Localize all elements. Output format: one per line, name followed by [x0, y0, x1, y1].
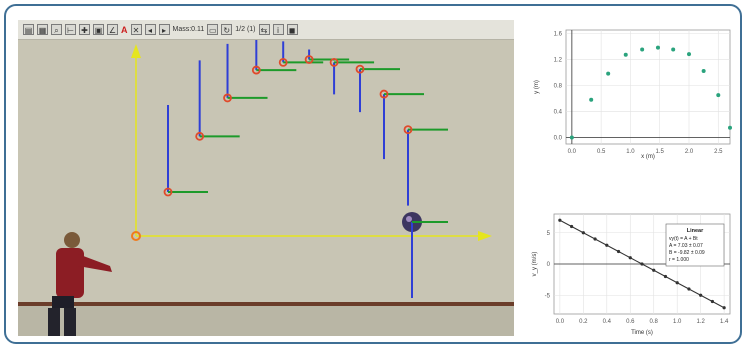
x-tick-label: 1.2	[696, 319, 705, 325]
x-tick-label: 1.4	[720, 319, 729, 325]
data-point[interactable]	[728, 125, 732, 130]
x-axis-label: Time (s)	[631, 330, 653, 336]
video-panel[interactable]: ▤ ▦ ⌕ ⊢ ✚ ▣ ∠ A ✕ ◂ ▸ Mass:0.11 ▭ ↻ 1/2 …	[18, 20, 514, 336]
window-icon[interactable]: ▭	[207, 24, 219, 35]
figure-frame: ▤ ▦ ⌕ ⊢ ✚ ▣ ∠ A ✕ ◂ ▸ Mass:0.11 ▭ ↻ 1/2 …	[4, 4, 742, 344]
protractor-icon[interactable]: ∠	[107, 24, 118, 35]
info-icon[interactable]: i	[272, 24, 284, 35]
data-point[interactable]	[722, 306, 726, 310]
flip-icon[interactable]: ⇆	[258, 24, 270, 35]
rotate-icon[interactable]: ↻	[221, 24, 233, 35]
data-point[interactable]	[640, 262, 644, 266]
calibrate-icon[interactable]: ⊢	[65, 24, 76, 35]
fit-annotation-line: B = -9.82 ± 0.09	[669, 250, 705, 256]
data-point[interactable]	[710, 299, 714, 304]
data-point[interactable]	[663, 274, 668, 279]
next-icon[interactable]: ▸	[158, 24, 170, 35]
data-point[interactable]	[628, 256, 632, 260]
data-point[interactable]	[675, 281, 679, 285]
data-point[interactable]	[652, 268, 656, 272]
frame-label[interactable]: 1/2 (1)	[235, 26, 255, 33]
data-point[interactable]	[616, 249, 621, 254]
x-tick-label: 0.0	[568, 149, 577, 155]
x-axis-label: x (m)	[641, 154, 655, 160]
fit-annotation-line: A = 7.03 ± 0.07	[669, 243, 703, 249]
floor	[18, 302, 514, 336]
fit-annotation-line: r = 1.000	[669, 257, 689, 263]
y-axis-label: y (m)	[534, 80, 540, 94]
data-point[interactable]	[640, 47, 645, 52]
data-point[interactable]	[699, 293, 703, 297]
zoom-icon[interactable]: ⌕	[51, 24, 62, 35]
data-point[interactable]	[570, 224, 574, 229]
camera-icon[interactable]: ◼	[286, 24, 298, 35]
x-tick-label: 0.0	[556, 319, 565, 325]
delete-icon[interactable]: ✕	[130, 24, 142, 35]
data-point[interactable]	[623, 52, 628, 57]
data-point[interactable]	[581, 231, 585, 235]
open-icon[interactable]: ▦	[37, 24, 48, 35]
data-point[interactable]	[569, 135, 574, 140]
y-axis-label: v_y (m/s)	[532, 252, 538, 277]
ball-highlight	[406, 216, 412, 222]
x-tick-label: 0.8	[650, 319, 659, 325]
y-tick-label: 0.4	[554, 109, 563, 115]
y-tick-label: 0.8	[554, 83, 563, 89]
fit-annotation-title: Linear	[687, 228, 704, 234]
y-tick-label: 0.0	[554, 135, 563, 141]
x-tick-label: 2.0	[685, 149, 694, 155]
data-point[interactable]	[687, 52, 691, 57]
file-icon[interactable]: ▤	[23, 24, 34, 35]
x-tick-label: 0.2	[579, 319, 588, 325]
vy-time-plot[interactable]: 0.0 0.2 0.4 0.6 0.8 1.0 1.2 1.4 5 0 -5 Linear vy(t) …	[526, 206, 734, 338]
y-tick-label: -5	[545, 293, 551, 299]
data-point[interactable]	[589, 97, 594, 102]
mass-label[interactable]: Mass:0.11	[173, 26, 205, 33]
x-tick-label: 2.5	[714, 149, 723, 155]
data-point[interactable]	[593, 237, 597, 241]
fit-annotation-line: vy(t) = A + Bt	[669, 236, 698, 242]
x-tick-label: 1.0	[626, 149, 635, 155]
xy-plot[interactable]: 0.0 0.5 1.0 1.5 2.0 2.5 0.0 0.4 0.8 1.2 1.6 x (m) y …	[526, 20, 734, 160]
data-point[interactable]	[605, 243, 609, 247]
data-point[interactable]	[558, 218, 562, 222]
data-point[interactable]	[671, 47, 676, 52]
y-tick-label: 1.6	[554, 31, 563, 37]
toolbar: ▤ ▦ ⌕ ⊢ ✚ ▣ ∠ A ✕ ◂ ▸ Mass:0.11 ▭ ↻ 1/2 …	[18, 20, 514, 40]
data-point[interactable]	[716, 93, 721, 98]
origin-icon[interactable]: ✚	[79, 24, 90, 35]
x-tick-label: 0.5	[597, 149, 606, 155]
track-icon[interactable]: ▣	[93, 24, 104, 35]
y-tick-label: 1.2	[554, 57, 563, 63]
video-scene[interactable]	[18, 40, 514, 336]
y-tick-label: 5	[547, 231, 551, 237]
plot-area	[565, 29, 731, 145]
data-point[interactable]	[606, 71, 611, 76]
wall	[18, 40, 514, 336]
x-tick-label: 0.4	[603, 319, 612, 325]
floor-rail	[18, 302, 514, 306]
x-tick-label: 1.0	[673, 319, 682, 325]
x-tick-label: 1.5	[656, 149, 665, 155]
data-point[interactable]	[655, 45, 660, 50]
x-tick-label: 0.6	[626, 319, 635, 325]
text-tool-label[interactable]: A	[121, 25, 128, 35]
y-tick-label: 0	[547, 262, 551, 268]
data-point[interactable]	[687, 287, 691, 291]
data-point[interactable]	[701, 69, 706, 74]
prev-icon[interactable]: ◂	[144, 24, 156, 35]
